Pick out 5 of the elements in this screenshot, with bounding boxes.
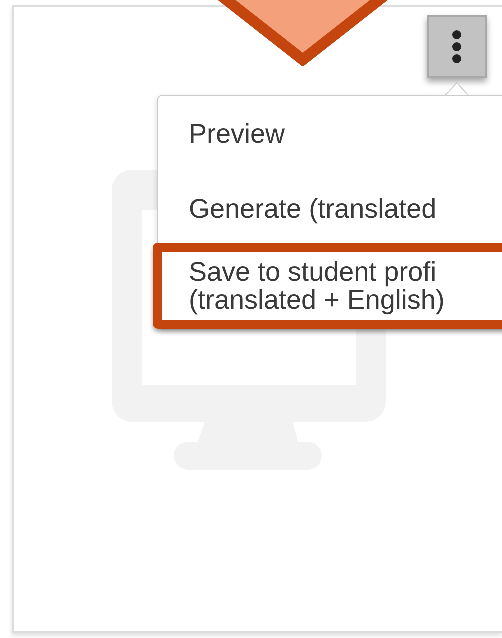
vertical-dots-icon: [451, 28, 463, 64]
menu-item[interactable]: Generate (translated: [158, 171, 502, 246]
menu-item[interactable]: Save to student profi (translated + English): [153, 243, 502, 329]
more-options-button[interactable]: [427, 15, 487, 78]
menu-item[interactable]: Preview: [158, 96, 502, 171]
